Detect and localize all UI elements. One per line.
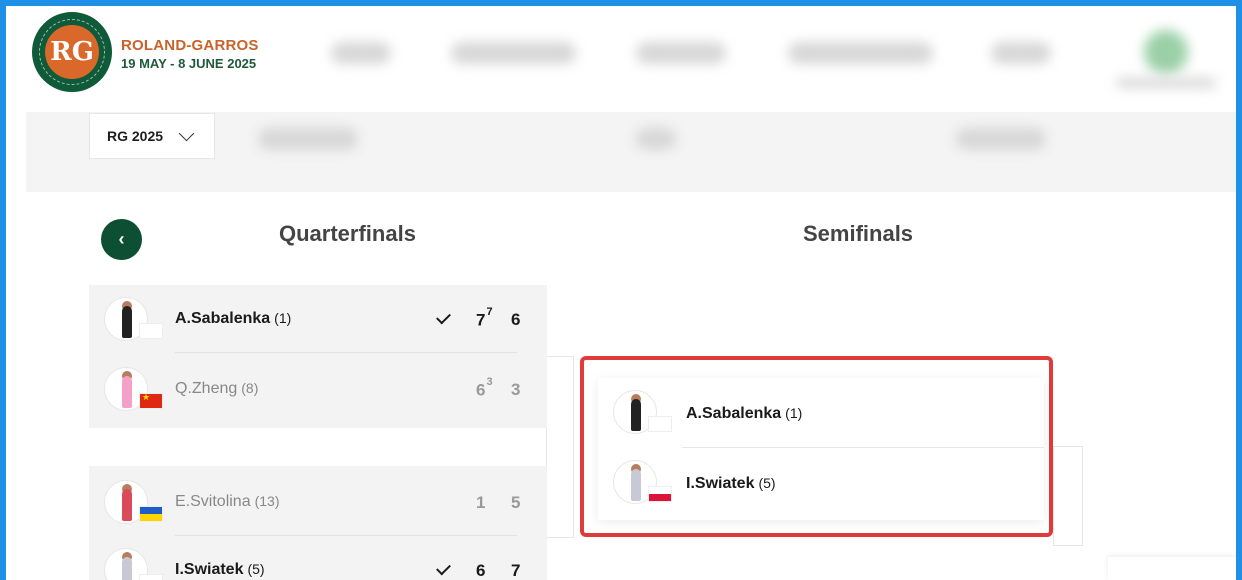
check-icon: [436, 309, 451, 325]
match-card-sf[interactable]: A.Sabalenka (1) I.Swiatek (5): [598, 378, 1044, 520]
site-header: RG ROLAND-GARROS 19 MAY - 8 JUNE 2025: [6, 6, 1236, 112]
filter-item-blurred[interactable]: [956, 128, 1046, 150]
match-card-qf1[interactable]: A.Sabalenka(1) 77 6 Q.Zheng(8) 63 3: [89, 285, 547, 428]
chevron-down-icon: [178, 125, 195, 141]
player-name[interactable]: I.Swiatek (5): [686, 475, 776, 493]
chevron-left-icon: ‹: [118, 229, 125, 249]
set-score: 77: [476, 306, 493, 330]
round-title-semifinals: Semifinals: [803, 221, 914, 246]
back-button[interactable]: ‹: [101, 219, 142, 260]
nav-item-blurred[interactable]: [788, 42, 933, 64]
player-seed: (5): [247, 561, 265, 577]
flag-icon: [139, 323, 163, 339]
nav-item-blurred[interactable]: [451, 42, 576, 64]
player-name[interactable]: A.Sabalenka (1): [686, 405, 802, 423]
player-row: I.Swiatek (5) 6 7: [89, 536, 547, 580]
player-row: E.Svitolina (13) 1 5: [89, 468, 547, 536]
player-seed: (1): [785, 405, 803, 421]
set-score: 5: [511, 493, 521, 512]
set-score: 3: [511, 380, 521, 399]
match-card-qf2[interactable]: E.Svitolina (13) 1 5 I.Swiatek (5) 6 7: [89, 466, 547, 580]
player-name[interactable]: Q.Zheng (8): [175, 380, 258, 398]
set-score: 6: [476, 561, 486, 580]
player-name[interactable]: I.Swiatek (5): [175, 561, 265, 579]
flag-icon: [139, 574, 163, 580]
bracket-connector: [1053, 446, 1083, 546]
set-score: 7: [511, 561, 521, 580]
flag-icon: [139, 506, 163, 522]
set-score: 1: [476, 493, 486, 512]
nav-icon-blurred[interactable]: [1144, 30, 1188, 74]
brand-title: ROLAND-GARROS: [121, 37, 259, 54]
nav-item-blurred[interactable]: [636, 42, 726, 64]
player-name[interactable]: E.Svitolina (13): [175, 493, 280, 511]
player-row: A.Sabalenka (1): [598, 378, 1044, 448]
player-row: A.Sabalenka (1) 77 6: [89, 285, 547, 353]
set-score: 63: [476, 376, 493, 400]
player-seed: (8): [241, 380, 259, 396]
player-name[interactable]: A.Sabalenka (1): [175, 310, 291, 328]
filter-item-blurred[interactable]: [258, 128, 358, 150]
player-seed: (5): [758, 475, 776, 491]
roland-garros-logo[interactable]: RG: [32, 12, 112, 92]
round-title-quarterfinals: Quarterfinals: [279, 221, 416, 246]
nav-label-blurred: [1116, 78, 1216, 88]
nav-item-blurred[interactable]: [991, 42, 1051, 64]
player-seed: (1): [274, 310, 292, 326]
flag-icon: [139, 393, 163, 409]
partial-card: [1108, 557, 1236, 580]
player-seed: (13): [254, 493, 280, 509]
year-select[interactable]: RG 2025: [89, 113, 215, 159]
bracket-connector: [546, 356, 574, 538]
check-icon: [436, 560, 451, 576]
brand-dates: 19 MAY - 8 JUNE 2025: [121, 56, 257, 71]
set-score: 6: [511, 310, 521, 329]
nav-item-blurred[interactable]: [331, 42, 391, 64]
flag-icon: [648, 486, 672, 502]
flag-icon: [648, 416, 672, 432]
player-row: I.Swiatek (5): [598, 448, 1044, 518]
player-row: Q.Zheng(8) 63 3: [89, 355, 547, 423]
year-select-value: RG 2025: [107, 128, 164, 144]
filter-item-blurred[interactable]: [636, 128, 676, 150]
